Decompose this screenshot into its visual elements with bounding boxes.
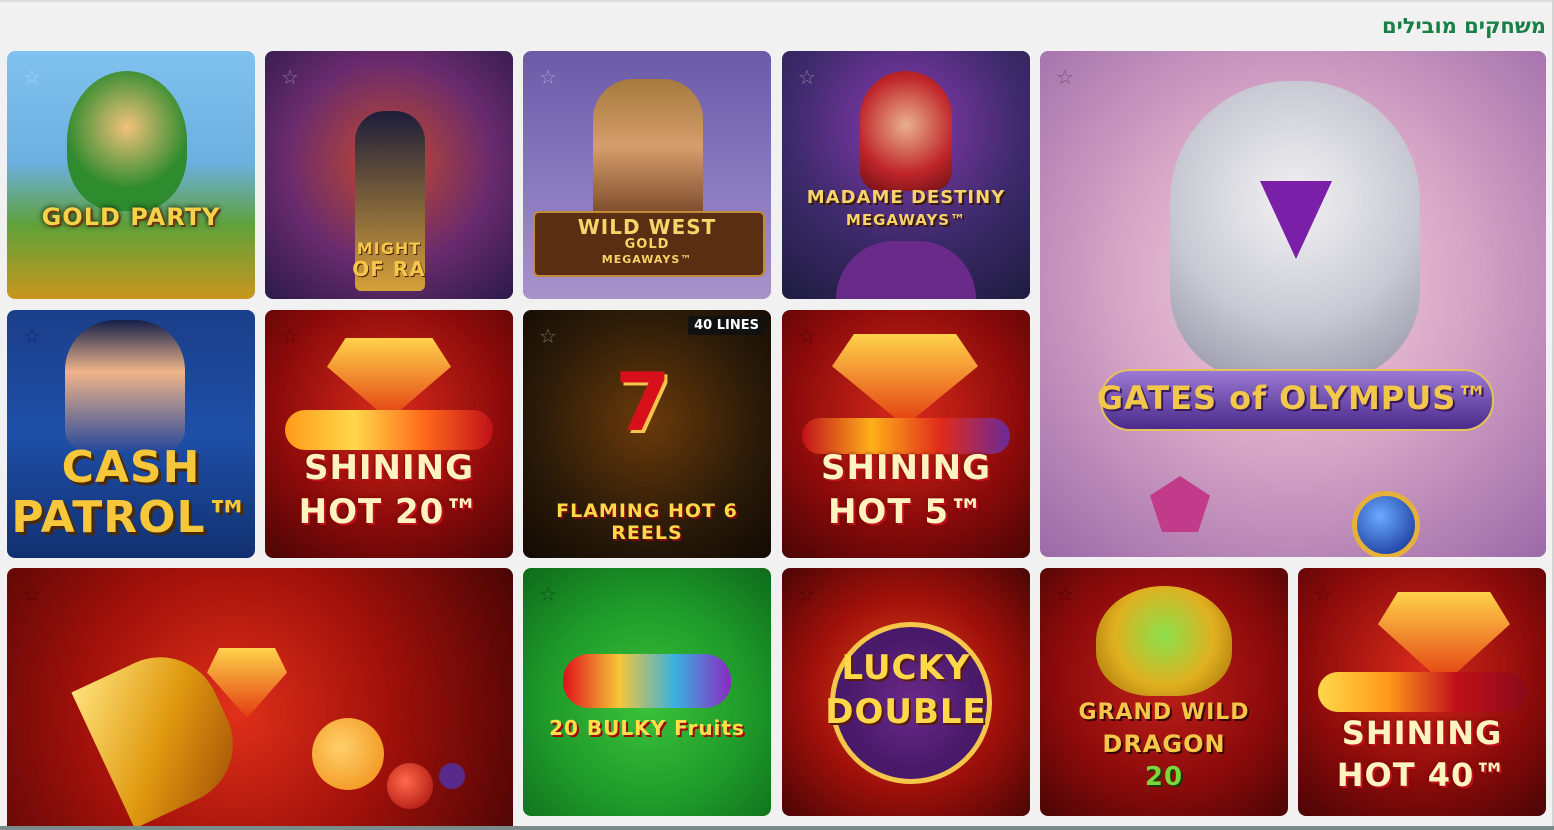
blue-gem-icon	[1352, 491, 1420, 557]
game-title-line2: GOLD	[624, 237, 670, 252]
favorite-star-icon[interactable]: ☆	[798, 326, 816, 346]
game-title-line2: HOT 5™	[827, 492, 985, 532]
diamond-icon	[1378, 592, 1510, 684]
favorite-star-icon[interactable]: ☆	[23, 584, 41, 604]
game-title-line3: MEGAWAYS™	[601, 253, 693, 266]
game-tile-madame-destiny[interactable]: ☆ MADAME DESTINY MEGAWAYS™	[782, 51, 1030, 299]
game-tile-cash-patrol[interactable]: ☆ CASH PATROL™	[7, 310, 255, 558]
game-tile-burning-fruits[interactable]: ☆	[7, 568, 513, 830]
game-title-line2: PATROL™	[11, 492, 251, 543]
seven-symbol-icon: 7	[615, 356, 671, 449]
game-title-line1: MADAME DESTINY	[806, 187, 1006, 208]
game-tile-shining-hot-40[interactable]: ☆ SHINING HOT 40™	[1298, 568, 1546, 816]
favorite-star-icon[interactable]: ☆	[539, 326, 557, 346]
favorite-star-icon[interactable]: ☆	[23, 67, 41, 87]
plum-icon	[439, 763, 465, 789]
game-tile-bulky-fruits[interactable]: ☆ 20 BULKY Fruits	[523, 568, 771, 816]
favorite-star-icon[interactable]: ☆	[1056, 67, 1074, 87]
fruits-row	[1318, 672, 1526, 712]
game-title: FLAMING HOT 6 REELS	[556, 500, 738, 544]
game-title-line2: DOUBLE	[825, 692, 987, 732]
favorite-star-icon[interactable]: ☆	[539, 584, 557, 604]
favorite-star-icon[interactable]: ☆	[281, 67, 299, 87]
favorite-star-icon[interactable]: ☆	[1314, 584, 1332, 604]
fortune-teller-image	[860, 71, 952, 191]
game-title-line1: GRAND WILD	[1078, 700, 1250, 725]
game-title-line2: HOT 40™	[1336, 756, 1508, 794]
cowboy-image	[593, 79, 703, 229]
game-title-line1: MIGHT	[356, 239, 422, 258]
cherry-icon	[387, 763, 433, 809]
game-tile-gates-of-olympus[interactable]: ☆ GATES of OLYMPUS™	[1040, 51, 1546, 557]
diamond-icon	[832, 334, 978, 426]
leprechaun-image	[67, 71, 187, 211]
game-title-line1: CASH	[61, 442, 201, 493]
game-tile-lucky-double[interactable]: ☆ LUCKY DOUBLE	[782, 568, 1030, 816]
bottom-divider	[0, 826, 1554, 830]
game-title-line2: MEGAWAYS™	[845, 211, 967, 229]
crystal-ball-table	[836, 241, 976, 299]
game-tile-shining-hot-5[interactable]: ☆ SHINING HOT 5™	[782, 310, 1030, 558]
dragon-image	[1096, 586, 1232, 696]
game-title: GATES of OLYMPUS™	[1096, 379, 1490, 417]
game-tile-might-of-ra[interactable]: ☆ MIGHT OF RA	[265, 51, 513, 299]
pink-gem-icon	[1150, 476, 1210, 532]
lines-badge: 40 LINES	[688, 316, 765, 335]
policeman-image	[65, 320, 185, 450]
favorite-star-icon[interactable]: ☆	[1056, 584, 1074, 604]
game-title-line2: DRAGON	[1102, 730, 1226, 758]
game-tile-wild-west-gold[interactable]: ☆ WILD WEST GOLD MEGAWAYS™	[523, 51, 771, 299]
game-title-line1: WILD WEST	[577, 215, 717, 239]
game-tile-gold-party[interactable]: ☆ GOLD PARTY	[7, 51, 255, 299]
favorite-star-icon[interactable]: ☆	[539, 67, 557, 87]
game-title-line3: 20	[1144, 762, 1184, 792]
game-title-line1: SHINING	[303, 448, 475, 488]
game-tile-flaming-hot-6[interactable]: ☆ 40 LINES 7 FLAMING HOT 6 REELS	[523, 310, 771, 558]
favorite-star-icon[interactable]: ☆	[23, 326, 41, 346]
section-title: משחקים מובילים	[1381, 14, 1546, 38]
game-tile-grand-wild-dragon[interactable]: ☆ GRAND WILD DRAGON 20	[1040, 568, 1288, 816]
game-title-line2: HOT 20™	[298, 492, 480, 532]
fruits-row	[285, 410, 493, 450]
game-title-line2: OF RA	[352, 257, 426, 281]
game-title-line1: SHINING	[1341, 714, 1503, 752]
favorite-star-icon[interactable]: ☆	[281, 326, 299, 346]
orange-icon	[312, 718, 384, 790]
favorite-star-icon[interactable]: ☆	[798, 67, 816, 87]
game-title: GOLD PARTY	[41, 203, 221, 231]
game-tile-shining-hot-20[interactable]: ☆ SHINING HOT 20™	[265, 310, 513, 558]
game-title: 20 BULKY Fruits	[549, 716, 745, 740]
top-divider	[0, 0, 1554, 2]
game-title-line1: SHINING	[820, 448, 992, 488]
fruits-cluster	[563, 654, 731, 708]
diamond-icon	[327, 338, 451, 420]
game-title-line1: LUCKY	[841, 648, 971, 688]
favorite-star-icon[interactable]: ☆	[798, 584, 816, 604]
